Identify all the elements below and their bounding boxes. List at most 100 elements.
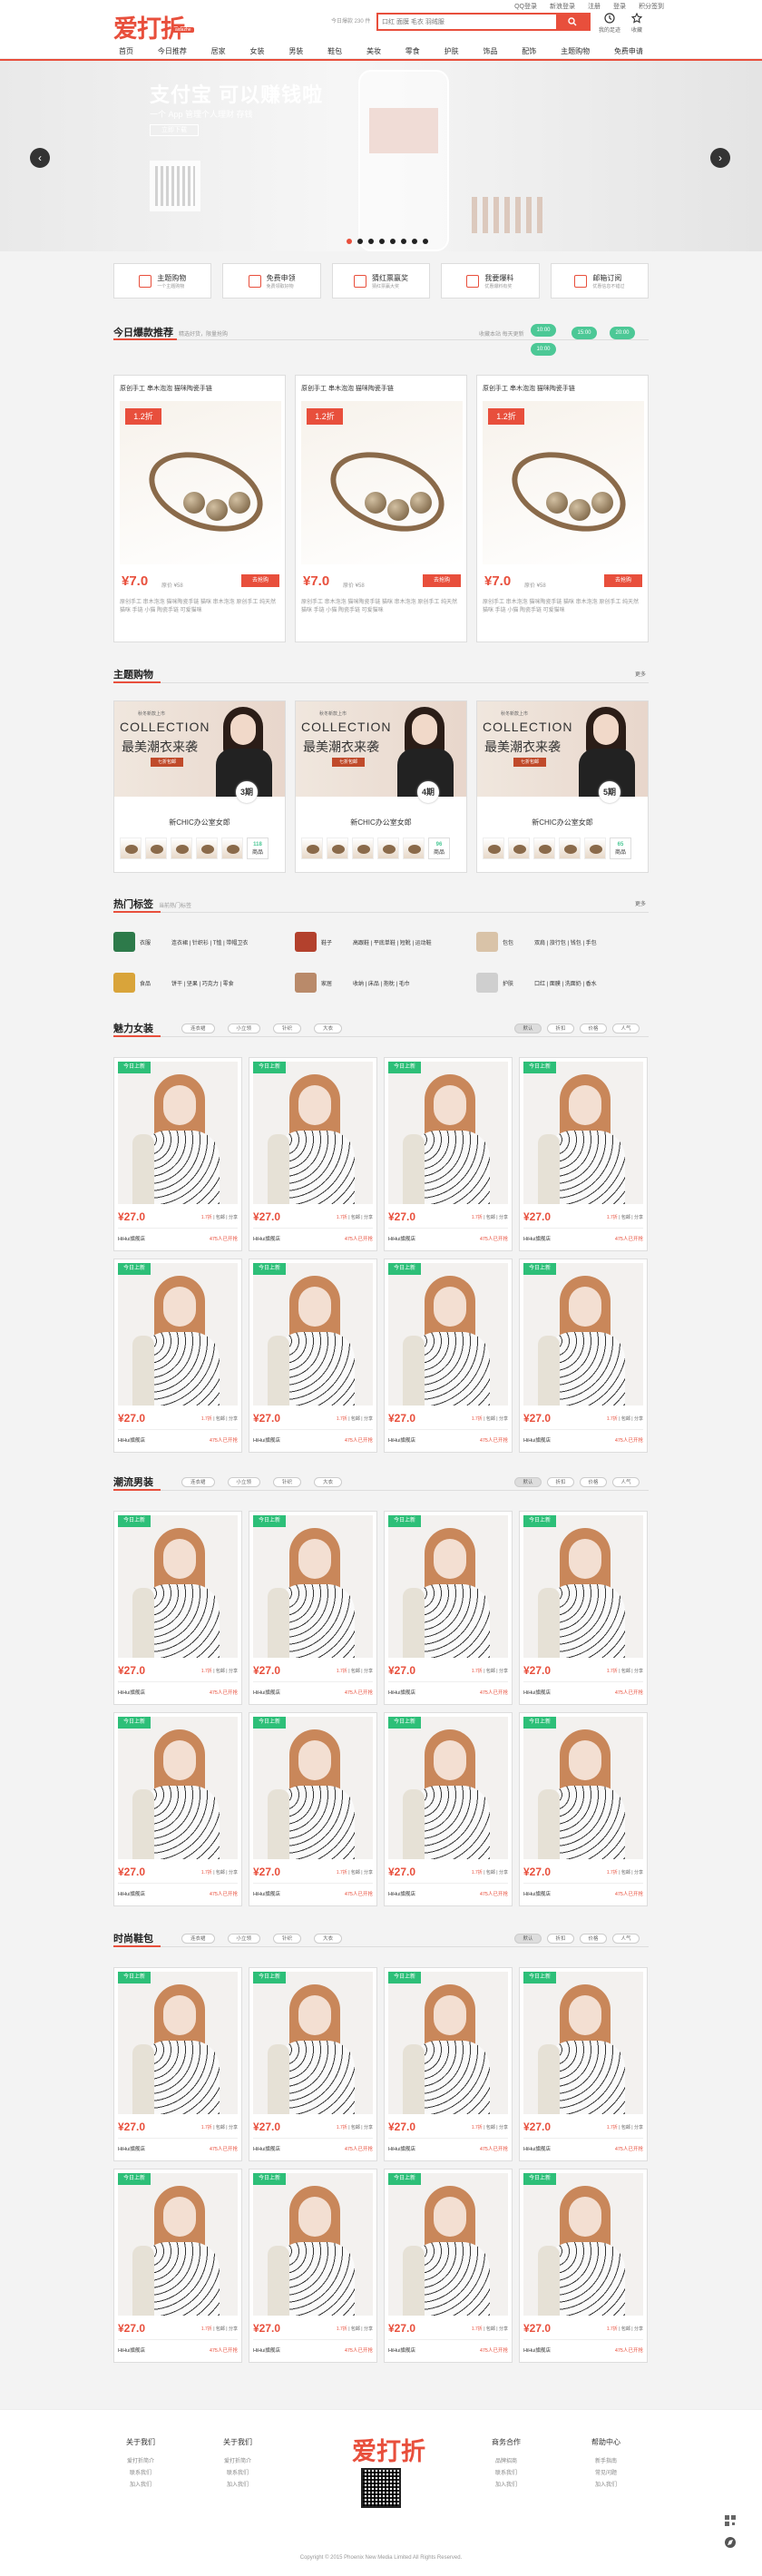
product-card[interactable]: 今日上新 ¥27.0 1.7折 | 包邮 | 分享 HiHui旗舰店 475人已开抢 <box>519 1967 648 2161</box>
nav-item[interactable]: 鞋包 <box>322 44 347 59</box>
footer-link[interactable]: 爱打折简介 <box>104 2456 177 2468</box>
product-card[interactable]: 今日上新 ¥27.0 1.7折 | 包邮 | 分享 HiHui旗舰店 475人已开抢 <box>384 1259 513 1453</box>
product-card[interactable]: 今日上新 ¥27.0 1.7折 | 包邮 | 分享 HiHui旗舰店 475人已开抢 <box>113 1967 242 2161</box>
product-image[interactable]: 今日上新 <box>523 1717 643 1859</box>
deal-image[interactable]: 1.2折 <box>483 401 644 564</box>
product-image[interactable]: 今日上新 <box>388 1972 508 2114</box>
sort-pill[interactable]: 默认 <box>514 1934 542 1944</box>
nav-item[interactable]: 配饰 <box>516 44 542 59</box>
footer-link[interactable]: 联系我们 <box>201 2468 274 2480</box>
top-link[interactable]: 登录 <box>613 2 626 11</box>
product-shop[interactable]: HiHui旗舰店 <box>253 1436 280 1444</box>
top-link[interactable]: 新浪登录 <box>550 2 575 11</box>
favorite-button[interactable]: 收藏 <box>631 13 642 34</box>
tag-category-image[interactable] <box>476 932 498 952</box>
product-share[interactable]: 分享 <box>499 2125 508 2130</box>
product-card[interactable]: 今日上新 ¥27.0 1.7折 | 包邮 | 分享 HiHui旗舰店 475人已开抢 <box>113 1511 242 1705</box>
product-image[interactable]: 今日上新 <box>253 1972 373 2114</box>
product-shop[interactable]: HiHui旗舰店 <box>253 1890 280 1897</box>
theme-banner-image[interactable]: 秋冬新款上市 COLLECTION 最美潮衣来袭 七折包邮 <box>296 701 466 797</box>
tag-category-image[interactable] <box>113 973 135 993</box>
product-shop[interactable]: HiHui旗舰店 <box>523 1436 551 1444</box>
tag-words[interactable]: 饼干 | 坚果 | 巧克力 | 零食 <box>171 979 234 987</box>
top-link[interactable]: 积分签到 <box>639 2 664 11</box>
product-share[interactable]: 分享 <box>634 2125 643 2130</box>
product-card[interactable]: 今日上新 ¥27.0 1.7折 | 包邮 | 分享 HiHui旗舰店 475人已开抢 <box>113 2169 242 2363</box>
product-share[interactable]: 分享 <box>364 2326 373 2332</box>
product-card[interactable]: 今日上新 ¥27.0 1.7折 | 包邮 | 分享 HiHui旗舰店 475人已开抢 <box>249 1259 377 1453</box>
product-image[interactable]: 今日上新 <box>253 1515 373 1658</box>
theme-thumbnail[interactable] <box>533 837 555 859</box>
product-share[interactable]: 分享 <box>634 1215 643 1220</box>
theme-thumbnail[interactable] <box>403 837 425 859</box>
deal-card[interactable]: 原创手工 串木泡泡 猫咪陶瓷手链 1.2折 ¥7.0 原价 ¥58 去抢购 原创手工 串木… <box>113 375 286 642</box>
nav-item[interactable]: 美妆 <box>361 44 386 59</box>
product-image[interactable]: 今日上新 <box>253 1717 373 1859</box>
theme-thumbnail[interactable] <box>145 837 167 859</box>
filter-pill[interactable]: 大衣 <box>314 1934 343 1944</box>
footer-logo[interactable]: 爱打折 <box>352 2432 425 2467</box>
product-shop[interactable]: HiHui旗舰店 <box>118 2346 145 2354</box>
filter-pill[interactable]: 针织 <box>273 1934 302 1944</box>
product-card[interactable]: 今日上新 ¥27.0 1.7折 | 包邮 | 分享 HiHui旗舰店 475人已开抢 <box>384 2169 513 2363</box>
product-image[interactable]: 今日上新 <box>118 1062 238 1204</box>
history-button[interactable]: 我的足迹 <box>599 13 620 34</box>
theme-card[interactable]: 秋冬新款上市 COLLECTION 最美潮衣来袭 七折包邮 3期 新CHIC办公室女郎 11… <box>113 700 286 873</box>
product-share[interactable]: 分享 <box>499 1669 508 1674</box>
product-image[interactable]: 今日上新 <box>253 1062 373 1204</box>
product-shop[interactable]: HiHui旗舰店 <box>523 1689 551 1696</box>
product-share[interactable]: 分享 <box>229 2125 238 2130</box>
deal-name[interactable]: 原创手工 串木泡泡 猫咪陶瓷手链 <box>483 384 575 393</box>
theme-count-box[interactable]: 118 商品 <box>247 837 269 859</box>
banner-dot[interactable] <box>357 239 363 244</box>
product-image[interactable]: 今日上新 <box>388 1263 508 1406</box>
product-share[interactable]: 分享 <box>364 1416 373 1422</box>
product-shop[interactable]: HiHui旗舰店 <box>253 2145 280 2152</box>
filter-pill[interactable]: 小立领 <box>227 1477 261 1487</box>
feature-ticket[interactable]: 猜红票赢奖 猜红票赢大奖 <box>331 263 431 299</box>
product-share[interactable]: 分享 <box>229 1669 238 1674</box>
tag-category[interactable]: 家居 <box>321 979 348 987</box>
banner-dot[interactable] <box>347 239 352 244</box>
product-image[interactable]: 今日上新 <box>118 2173 238 2316</box>
banner-dot[interactable] <box>412 239 417 244</box>
nav-item[interactable]: 护肤 <box>439 44 464 59</box>
sort-pill[interactable]: 人气 <box>612 1934 640 1944</box>
theme-thumbnail[interactable] <box>171 837 192 859</box>
product-share[interactable]: 分享 <box>634 2326 643 2332</box>
product-card[interactable]: 今日上新 ¥27.0 1.7折 | 包邮 | 分享 HiHui旗舰店 475人已开抢 <box>384 1967 513 2161</box>
tag-words[interactable]: 双肩 | 旅行包 | 钱包 | 手包 <box>534 938 597 946</box>
product-image[interactable]: 今日上新 <box>523 1062 643 1204</box>
product-shop[interactable]: HiHui旗舰店 <box>388 2346 415 2354</box>
feature-pen[interactable]: 我要爆料 优惠爆料有奖 <box>441 263 540 299</box>
product-image[interactable]: 今日上新 <box>388 1062 508 1204</box>
sort-pill[interactable]: 价格 <box>580 1024 607 1033</box>
nav-item[interactable]: 今日推荐 <box>152 44 192 59</box>
banner-dot[interactable] <box>423 239 428 244</box>
tag-words[interactable]: 收纳 | 床品 | 抱枕 | 毛巾 <box>353 979 410 987</box>
product-share[interactable]: 分享 <box>229 1416 238 1422</box>
theme-count-box[interactable]: 65 商品 <box>610 837 631 859</box>
sort-pill[interactable]: 折扣 <box>547 1477 574 1487</box>
product-shop[interactable]: HiHui旗舰店 <box>253 1689 280 1696</box>
filter-pill[interactable]: 连衣裙 <box>181 1477 215 1487</box>
sort-pill[interactable]: 人气 <box>612 1477 640 1487</box>
tag-category[interactable]: 鞋子 <box>321 938 348 946</box>
filter-pill[interactable]: 针织 <box>273 1477 302 1487</box>
product-share[interactable]: 分享 <box>229 2326 238 2332</box>
product-image[interactable]: 今日上新 <box>388 2173 508 2316</box>
theme-card[interactable]: 秋冬新款上市 COLLECTION 最美潮衣来袭 七折包邮 5期 新CHIC办公室女郎 65… <box>476 700 649 873</box>
product-share[interactable]: 分享 <box>364 1215 373 1220</box>
product-share[interactable]: 分享 <box>634 1870 643 1876</box>
tags-more-link[interactable]: 更多 <box>635 899 646 907</box>
product-image[interactable]: 今日上新 <box>523 1263 643 1406</box>
product-shop[interactable]: HiHui旗舰店 <box>523 2346 551 2354</box>
product-card[interactable]: 今日上新 ¥27.0 1.7折 | 包邮 | 分享 HiHui旗舰店 475人已开抢 <box>519 1057 648 1251</box>
time-bubble[interactable]: 15:00 <box>572 327 597 339</box>
banner-next-button[interactable]: › <box>710 148 730 168</box>
nav-item[interactable]: 主题购物 <box>555 44 595 59</box>
feature-mail[interactable]: 邮箱订阅 优惠信息不错过 <box>550 263 650 299</box>
filter-pill[interactable]: 连衣裙 <box>181 1934 215 1944</box>
footer-link[interactable]: 联系我们 <box>470 2468 542 2480</box>
theme-thumbnail[interactable] <box>584 837 606 859</box>
